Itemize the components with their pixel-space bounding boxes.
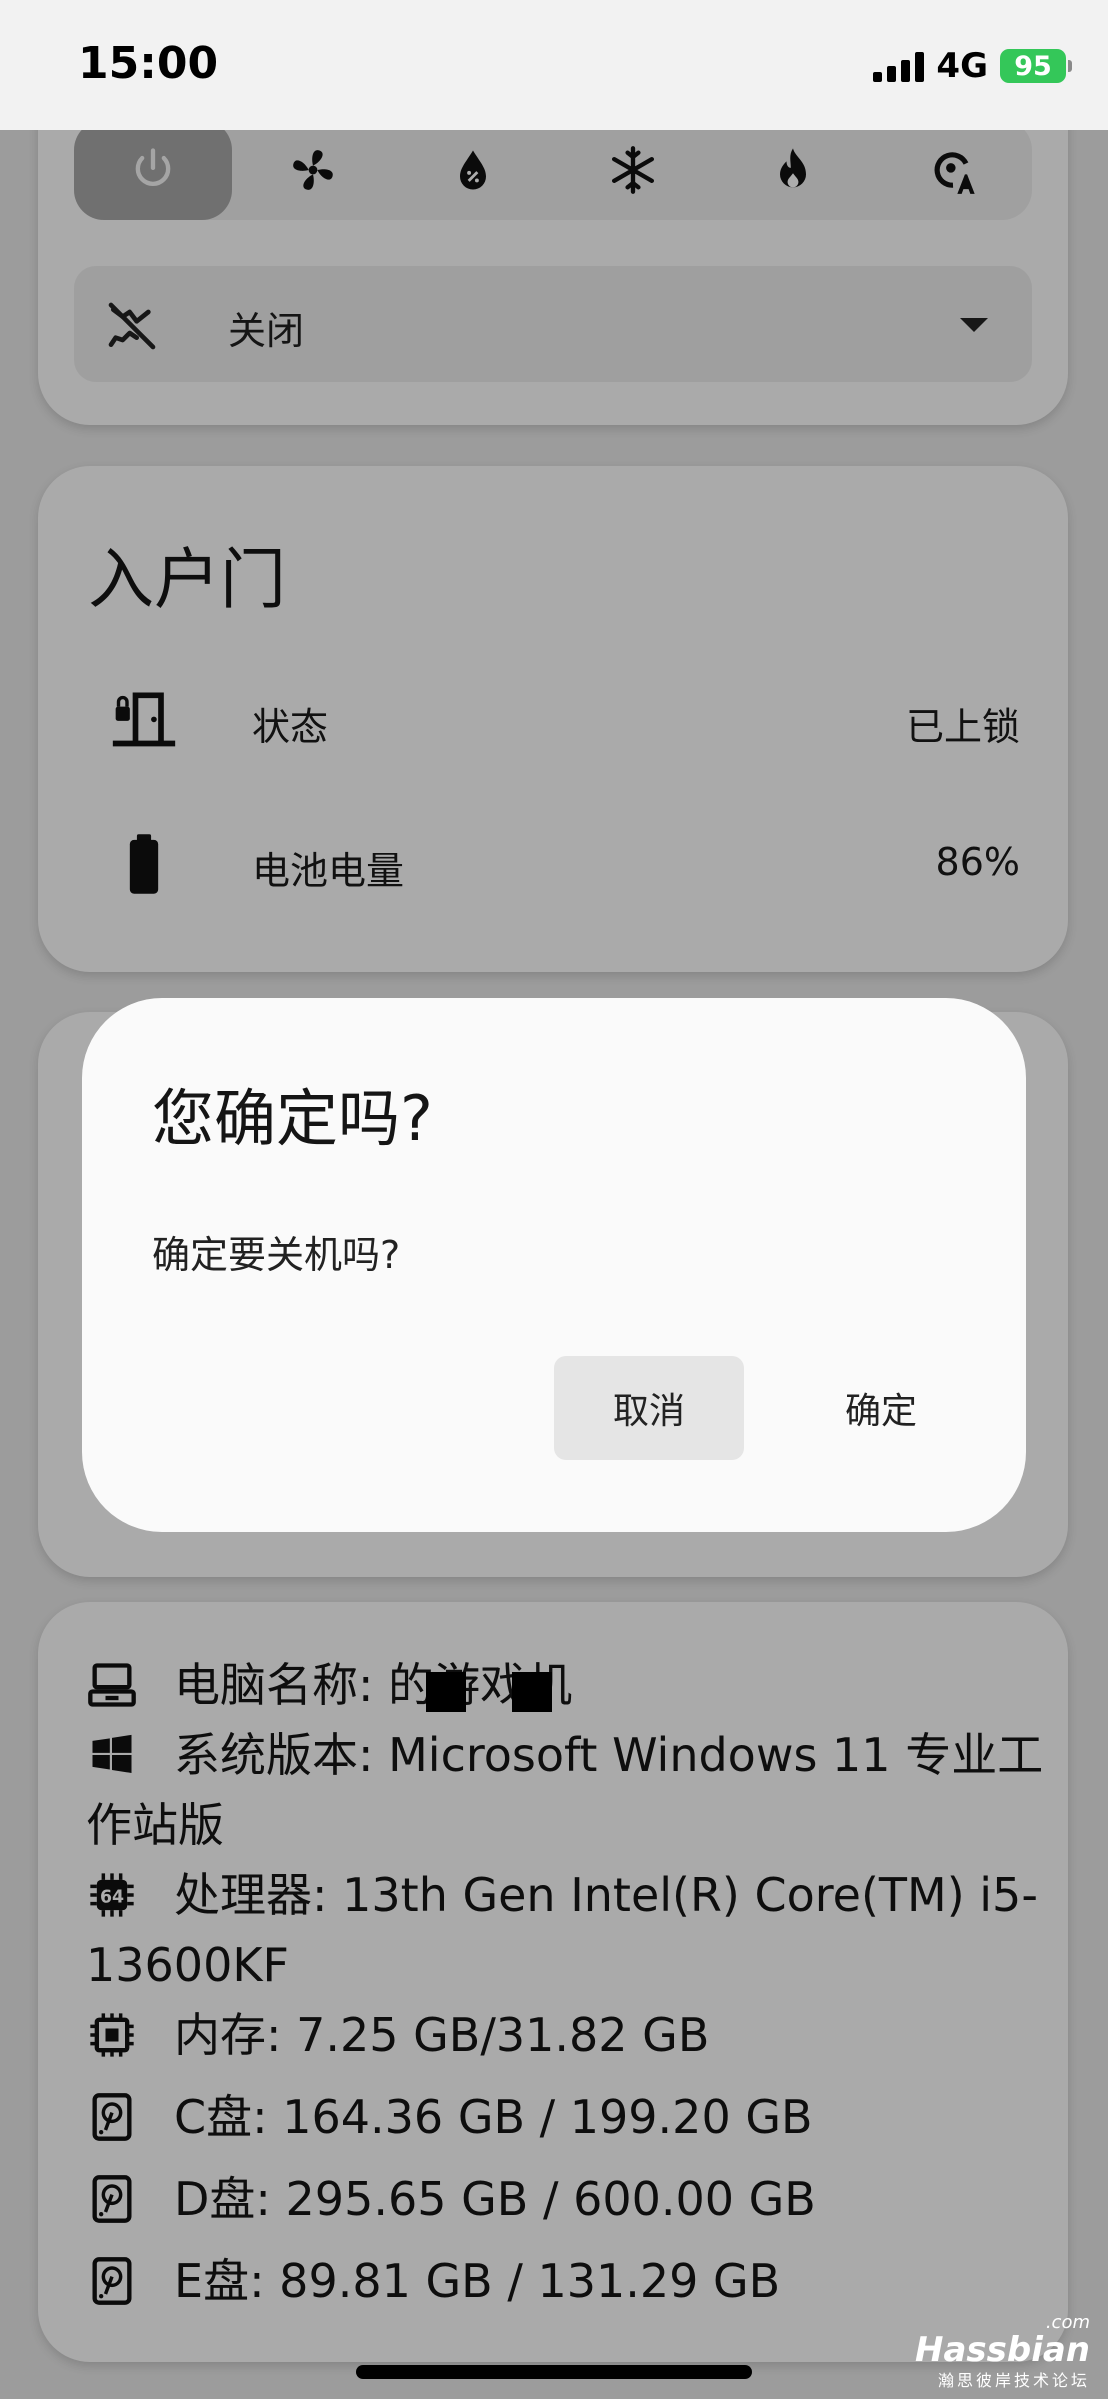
status-time: 15:00 bbox=[78, 38, 219, 89]
battery-level: 95 bbox=[1014, 50, 1052, 82]
battery-status-icon: 95 bbox=[1000, 49, 1072, 83]
signal-icon bbox=[873, 50, 925, 82]
home-indicator[interactable] bbox=[356, 2365, 752, 2379]
dialog-message: 确定要关机吗? bbox=[152, 1233, 401, 1277]
watermark-logo: .com Hassbian 瀚思彼岸技术论坛 bbox=[915, 2312, 1090, 2391]
confirm-button[interactable]: 确定 bbox=[786, 1356, 976, 1460]
dialog-title: 您确定吗? bbox=[152, 1082, 433, 1155]
status-indicators: 4G 95 bbox=[873, 46, 1072, 86]
watermark-brand: Hassbian bbox=[914, 2330, 1090, 2370]
watermark-tagline: 瀚思彼岸技术论坛 bbox=[937, 2371, 1090, 2390]
cancel-button[interactable]: 取消 bbox=[554, 1356, 744, 1460]
status-bar: 15:00 4G 95 bbox=[0, 0, 1108, 130]
confirm-dialog: 您确定吗? 确定要关机吗? 取消 确定 bbox=[82, 998, 1026, 1532]
network-type: 4G bbox=[936, 46, 988, 86]
